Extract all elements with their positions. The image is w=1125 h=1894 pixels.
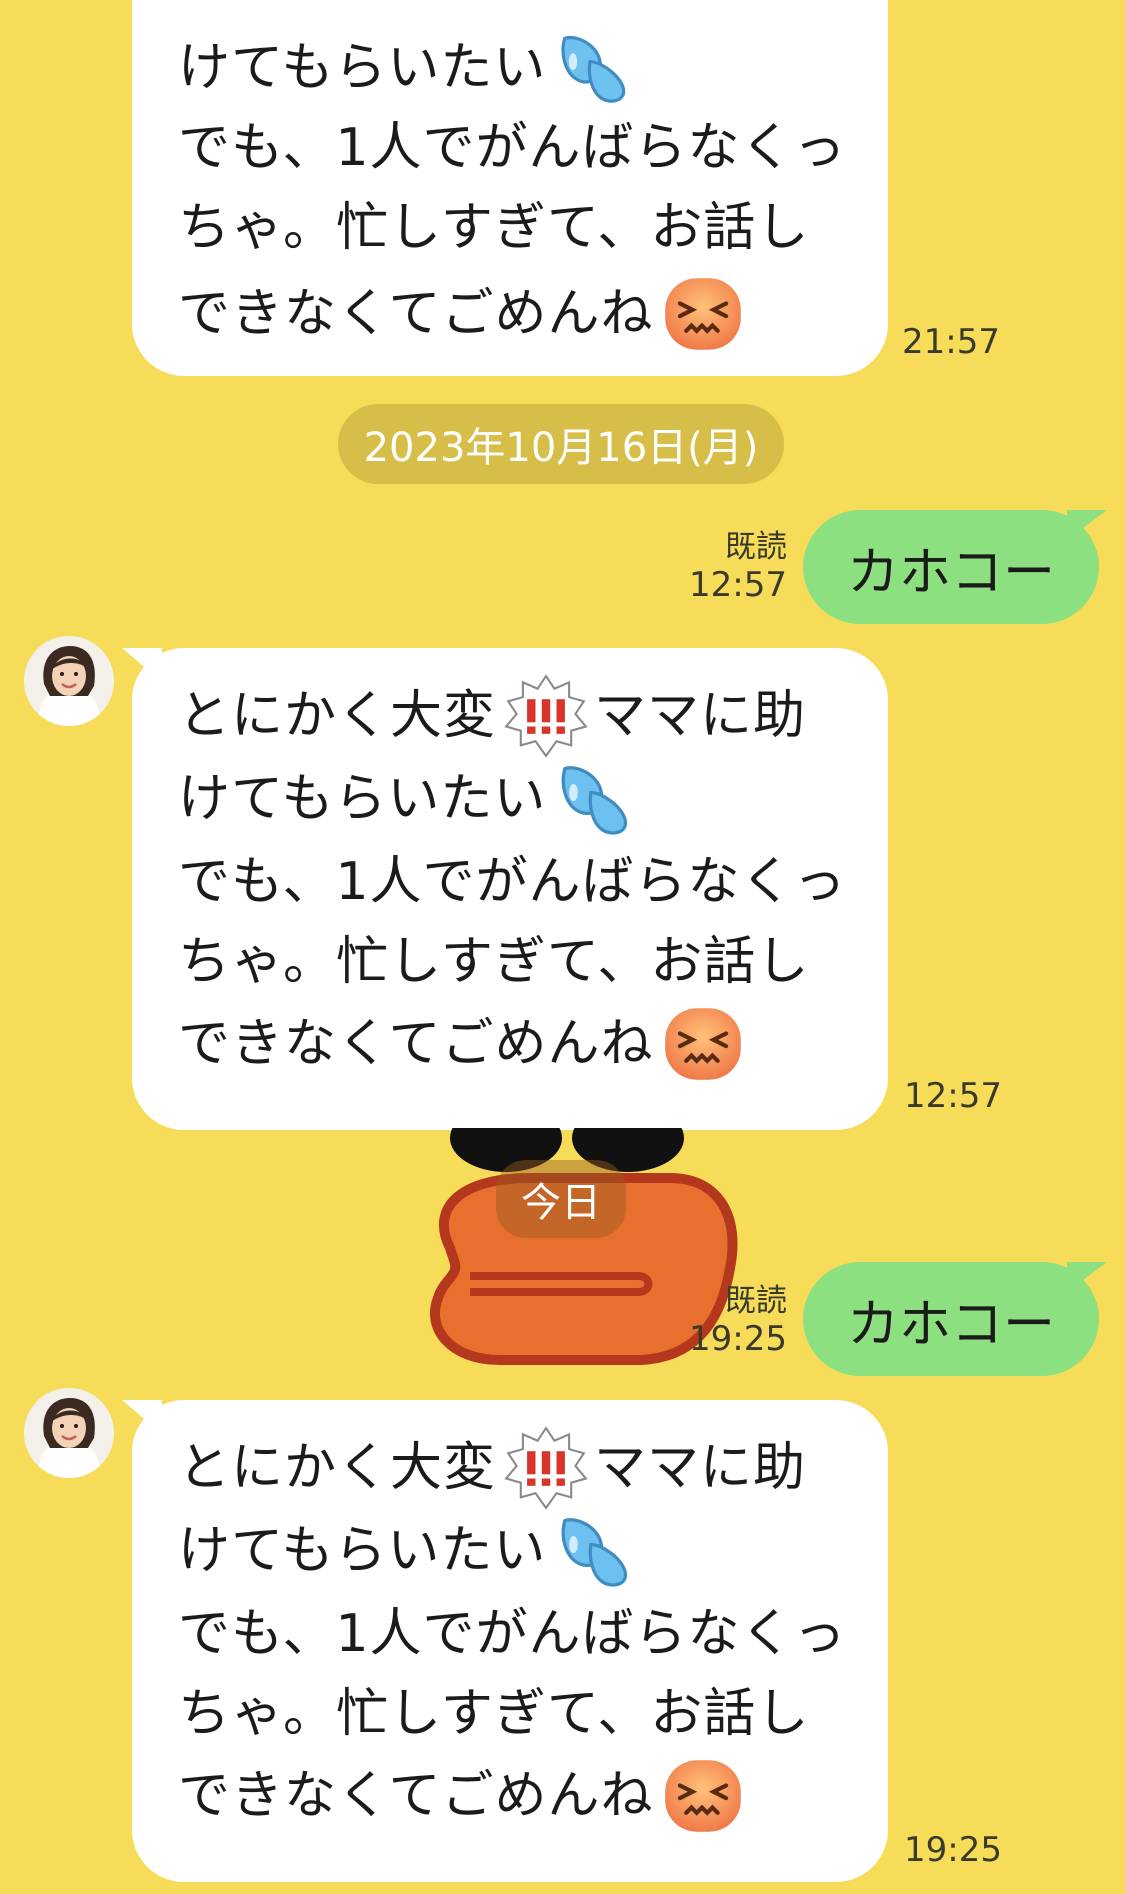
- read-receipt: 既読 19:25: [689, 1282, 787, 1358]
- read-label: 既読: [725, 529, 787, 565]
- confounded-face-icon: [661, 272, 745, 356]
- today-separator: 今日: [496, 1160, 626, 1238]
- user-avatar[interactable]: [24, 1388, 114, 1478]
- sweat-droplets-icon: [554, 1512, 632, 1590]
- message-line: でも、1人でがんばらなくっ: [178, 118, 847, 178]
- message-time: 21:57: [902, 322, 1000, 362]
- message-line: ちゃ。忙しすぎて、お話し: [178, 1684, 810, 1744]
- message-time: 19:25: [689, 1319, 787, 1359]
- double-exclamation-icon: [504, 1426, 588, 1510]
- sweat-droplets-icon: [554, 30, 630, 106]
- user-avatar[interactable]: [24, 636, 114, 726]
- message-line: けてもらいたい: [178, 38, 547, 98]
- confounded-face-icon: [661, 1754, 745, 1838]
- bubble-tail: [1067, 1262, 1107, 1292]
- outgoing-message-2[interactable]: カホコー: [803, 1262, 1107, 1376]
- read-receipt: 既読 12:57: [689, 528, 787, 604]
- message-time: 19:25: [904, 1830, 1002, 1870]
- message-line: とにかく大変: [178, 1438, 497, 1498]
- double-exclamation-icon: [504, 674, 588, 758]
- bubble-tail: [122, 648, 162, 682]
- message-line: ちゃ。忙しすぎて、お話し: [178, 932, 810, 992]
- message-line: けてもらいたい: [178, 769, 547, 829]
- message-line: ちゃ。忙しすぎて、お話し: [178, 198, 810, 258]
- message-text: カホコー: [846, 1294, 1055, 1355]
- outgoing-message-1[interactable]: カホコー: [803, 510, 1107, 624]
- date-separator: 2023年10月16日(月): [338, 404, 784, 484]
- sweat-droplets-icon: [554, 760, 632, 838]
- bubble-tail: [1067, 510, 1107, 540]
- incoming-message-3[interactable]: とにかく大変 ママに助 けてもらいたい でも、1人でがんばらなくっ ちゃ。忙しす…: [122, 1400, 888, 1882]
- incoming-message-2[interactable]: とにかく大変 ママに助 けてもらいたい でも、1人でがんばらなくっ ちゃ。忙しす…: [122, 648, 888, 1130]
- confounded-face-icon: [661, 1002, 745, 1086]
- message-line: できなくてごめんね: [178, 1014, 654, 1074]
- message-line: できなくてごめんね: [178, 284, 654, 344]
- message-line: ママに助: [594, 1438, 807, 1498]
- message-line: ママに助: [594, 686, 807, 746]
- incoming-message-1[interactable]: けてもらいたい でも、1人でがんばらなくっ ちゃ。忙しすぎて、お話し できなくて…: [132, 0, 888, 376]
- bubble-tail: [122, 1400, 162, 1434]
- message-text: カホコー: [846, 542, 1055, 603]
- read-label: 既読: [725, 1283, 787, 1319]
- message-line: でも、1人でがんばらなくっ: [178, 852, 847, 912]
- message-line: でも、1人でがんばらなくっ: [178, 1604, 847, 1664]
- message-time: 12:57: [904, 1076, 1002, 1116]
- message-line: けてもらいたい: [178, 1521, 547, 1581]
- message-line: できなくてごめんね: [178, 1766, 654, 1826]
- message-line: とにかく大変: [178, 686, 497, 746]
- message-time: 12:57: [689, 565, 787, 605]
